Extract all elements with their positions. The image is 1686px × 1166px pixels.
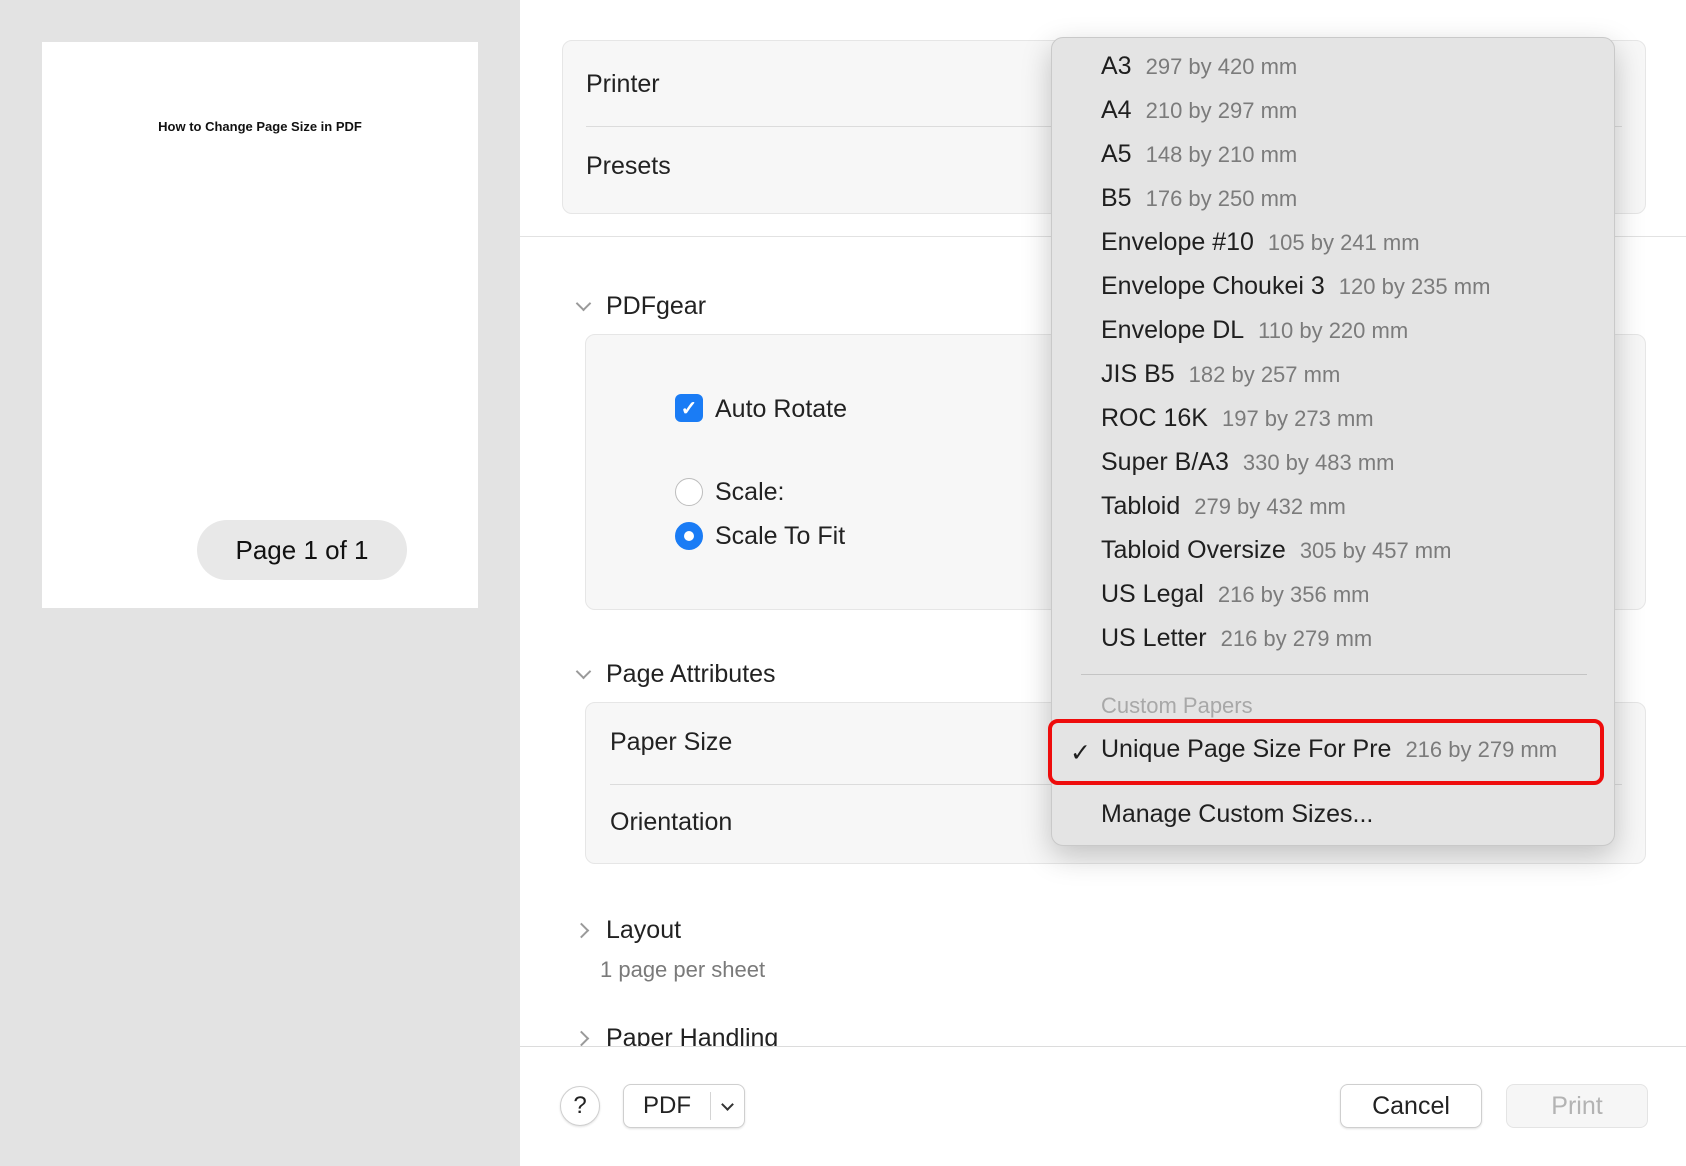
menu-item-name: A4 [1101, 96, 1132, 124]
menu-item-size: 105 by 241 mm [1267, 230, 1420, 255]
menu-item-custom-unique-page-size[interactable]: Unique Page Size For Pre 216 by 279 mm [1101, 735, 1557, 775]
manage-custom-sizes-item[interactable]: Manage Custom Sizes... [1101, 800, 1373, 829]
print-button[interactable]: Print [1506, 1084, 1648, 1128]
footer-divider [520, 1046, 1686, 1047]
menu-item-jis-b5[interactable]: JIS B5 182 by 257 mm [1101, 360, 1340, 400]
paper-size-menu[interactable]: A3 297 by 420 mm A4 210 by 297 mm A5 148 by… [1048, 37, 1615, 846]
menu-item-tabloid-oversize[interactable]: Tabloid Oversize 305 by 457 mm [1101, 536, 1451, 576]
menu-item-us-legal[interactable]: US Legal 216 by 356 mm [1101, 580, 1370, 620]
menu-item-size: 216 by 356 mm [1217, 582, 1370, 607]
menu-item-tabloid[interactable]: Tabloid 279 by 432 mm [1101, 492, 1346, 532]
menu-item-envelope-10[interactable]: Envelope #10 105 by 241 mm [1101, 228, 1420, 268]
help-button[interactable]: ? [560, 1086, 600, 1126]
menu-item-name: Envelope Choukei 3 [1101, 272, 1325, 300]
custom-papers-header: Custom Papers [1101, 693, 1253, 718]
menu-item-size: 182 by 257 mm [1188, 362, 1341, 387]
menu-item-roc-16k[interactable]: ROC 16K 197 by 273 mm [1101, 404, 1374, 444]
menu-item-b5[interactable]: B5 176 by 250 mm [1101, 184, 1297, 224]
menu-item-size: 216 by 279 mm [1220, 626, 1373, 651]
menu-item-size: 216 by 279 mm [1405, 737, 1558, 762]
menu-item-name: A3 [1101, 52, 1132, 80]
menu-item-name: Tabloid Oversize [1101, 536, 1286, 564]
menu-item-envelope-dl[interactable]: Envelope DL 110 by 220 mm [1101, 316, 1408, 356]
menu-separator [1081, 674, 1587, 675]
menu-item-name: ROC 16K [1101, 404, 1208, 432]
pdf-button-label: PDF [643, 1092, 691, 1119]
cancel-button[interactable]: Cancel [1340, 1084, 1482, 1128]
chevron-right-icon [573, 1030, 590, 1046]
menu-item-name: US Legal [1101, 580, 1204, 608]
menu-item-name: Envelope DL [1101, 316, 1245, 344]
menu-item-name: A5 [1101, 140, 1132, 168]
menu-item-a4[interactable]: A4 210 by 297 mm [1101, 96, 1297, 136]
checkmark-icon: ✓ [1070, 739, 1091, 767]
menu-item-a3[interactable]: A3 297 by 420 mm [1101, 52, 1297, 92]
menu-item-name: JIS B5 [1101, 360, 1175, 388]
chevron-down-icon[interactable] [711, 1097, 744, 1113]
menu-item-size: 120 by 235 mm [1338, 274, 1491, 299]
menu-item-name: Envelope #10 [1101, 228, 1254, 256]
menu-item-size: 176 by 250 mm [1145, 186, 1298, 211]
menu-item-envelope-choukei-3[interactable]: Envelope Choukei 3 120 by 235 mm [1101, 272, 1490, 312]
menu-item-size: 297 by 420 mm [1145, 54, 1298, 79]
menu-item-name: B5 [1101, 184, 1132, 212]
menu-item-size: 210 by 297 mm [1145, 98, 1298, 123]
menu-item-a5[interactable]: A5 148 by 210 mm [1101, 140, 1297, 180]
menu-item-name: Tabloid [1101, 492, 1181, 520]
menu-item-size: 110 by 220 mm [1258, 318, 1409, 343]
menu-item-size: 330 by 483 mm [1242, 450, 1395, 475]
menu-item-size: 279 by 432 mm [1194, 494, 1346, 519]
section-paper-handling-title: Paper Handling [606, 1024, 779, 1046]
menu-item-size: 305 by 457 mm [1299, 538, 1452, 563]
menu-item-name: US Letter [1101, 624, 1207, 652]
pdf-menu-button[interactable]: PDF [623, 1084, 745, 1128]
menu-item-us-letter[interactable]: US Letter 216 by 279 mm [1101, 624, 1372, 664]
menu-item-name: Unique Page Size For Pre [1101, 735, 1392, 763]
menu-item-name: Super B/A3 [1101, 448, 1229, 476]
section-paper-handling-toggle[interactable]: Paper Handling [570, 1024, 778, 1046]
menu-item-size: 148 by 210 mm [1145, 142, 1298, 167]
menu-item-size: 197 by 273 mm [1221, 406, 1374, 431]
menu-item-super-b-a3[interactable]: Super B/A3 330 by 483 mm [1101, 448, 1395, 488]
